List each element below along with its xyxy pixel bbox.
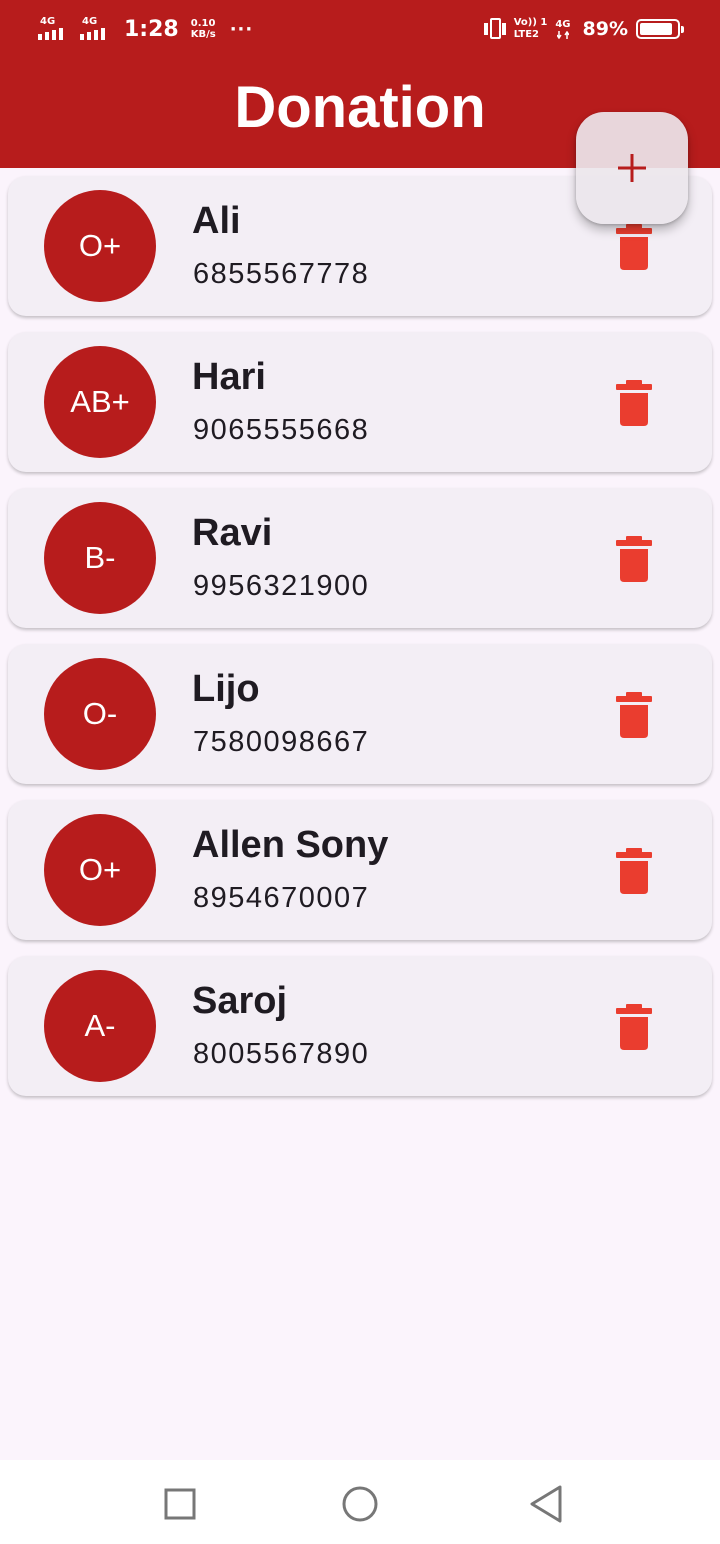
battery-icon bbox=[636, 19, 684, 39]
status-bar-right: Vo)) 1 LTE2 4G 89% bbox=[483, 16, 684, 42]
blood-group-avatar: A- bbox=[44, 970, 156, 1082]
volte-icon: Vo)) 1 LTE2 bbox=[514, 17, 548, 41]
battery-fill bbox=[640, 23, 673, 35]
donor-name: Allen Sony bbox=[192, 824, 389, 866]
circle-icon bbox=[342, 1486, 378, 1522]
trash-icon bbox=[616, 1004, 652, 1050]
donor-card[interactable]: AB+ Hari 9065555668 bbox=[8, 332, 712, 472]
battery-percent: 89% bbox=[582, 18, 628, 40]
network-speed: 0.10 KB/s bbox=[191, 18, 216, 40]
status-bar: 4G 4G 1:28 0.10 KB/s ··· Vo)) 1 LTE2 4G … bbox=[0, 0, 720, 58]
donor-list: O+ Ali 6855567778 AB+ Hari 9065555668 B- Ravi 99… bbox=[8, 176, 712, 1112]
donor-name: Saroj bbox=[192, 980, 288, 1022]
donor-name: Ravi bbox=[192, 512, 273, 554]
donor-name: Hari bbox=[192, 356, 266, 398]
sim2-signal-icon: 4G bbox=[80, 16, 114, 42]
trash-icon bbox=[616, 848, 652, 894]
volte-bottom: LTE2 bbox=[513, 29, 540, 40]
triangle-back-icon bbox=[530, 1485, 562, 1523]
delete-donor-button[interactable] bbox=[612, 222, 656, 272]
sim1-signal-icon: 4G bbox=[38, 16, 72, 42]
blood-group-avatar: O- bbox=[44, 658, 156, 770]
donor-name: Ali bbox=[192, 200, 241, 242]
plus-icon bbox=[618, 154, 646, 182]
donor-phone: 8005567890 bbox=[193, 1038, 370, 1070]
trash-icon bbox=[616, 536, 652, 582]
donor-phone: 7580098667 bbox=[193, 726, 370, 758]
delete-donor-button[interactable] bbox=[612, 690, 656, 740]
signal-4g-label: 4G bbox=[555, 19, 571, 30]
trash-icon bbox=[616, 692, 652, 738]
more-notifications-icon: ··· bbox=[229, 18, 254, 40]
donor-phone: 8954670007 bbox=[193, 882, 370, 914]
blood-group-avatar: B- bbox=[44, 502, 156, 614]
donor-card[interactable]: A- Saroj 8005567890 bbox=[8, 956, 712, 1096]
status-bar-left: 4G 4G 1:28 0.10 KB/s ··· bbox=[38, 16, 253, 42]
donor-phone: 6855567778 bbox=[193, 258, 370, 290]
system-navigation-bar bbox=[0, 1460, 720, 1544]
delete-donor-button[interactable] bbox=[612, 534, 656, 584]
trash-icon bbox=[616, 380, 652, 426]
donor-phone: 9956321900 bbox=[193, 570, 370, 602]
donor-card[interactable]: O+ Allen Sony 8954670007 bbox=[8, 800, 712, 940]
speed-unit: KB/s bbox=[190, 29, 216, 40]
square-icon bbox=[164, 1488, 196, 1520]
delete-donor-button[interactable] bbox=[612, 846, 656, 896]
delete-donor-button[interactable] bbox=[612, 1002, 656, 1052]
donor-card[interactable]: B- Ravi 9956321900 bbox=[8, 488, 712, 628]
status-time: 1:28 bbox=[124, 16, 179, 42]
trash-icon bbox=[616, 224, 652, 270]
donor-phone: 9065555668 bbox=[193, 414, 370, 446]
home-button[interactable] bbox=[340, 1484, 380, 1524]
donor-name: Lijo bbox=[192, 668, 260, 710]
donor-card[interactable]: O- Lijo 7580098667 bbox=[8, 644, 712, 784]
sim2-label: 4G bbox=[82, 16, 98, 27]
signal-4g-icon: 4G bbox=[555, 19, 571, 39]
volte-top: Vo)) 1 bbox=[513, 17, 548, 28]
recent-apps-button[interactable] bbox=[160, 1484, 200, 1524]
back-button[interactable] bbox=[526, 1484, 566, 1524]
speed-value: 0.10 bbox=[190, 18, 216, 29]
sim1-label: 4G bbox=[40, 16, 56, 27]
delete-donor-button[interactable] bbox=[612, 378, 656, 428]
blood-group-avatar: O+ bbox=[44, 190, 156, 302]
blood-group-avatar: O+ bbox=[44, 814, 156, 926]
add-donor-button[interactable] bbox=[576, 112, 688, 224]
blood-group-avatar: AB+ bbox=[44, 346, 156, 458]
vibrate-icon bbox=[483, 16, 506, 42]
